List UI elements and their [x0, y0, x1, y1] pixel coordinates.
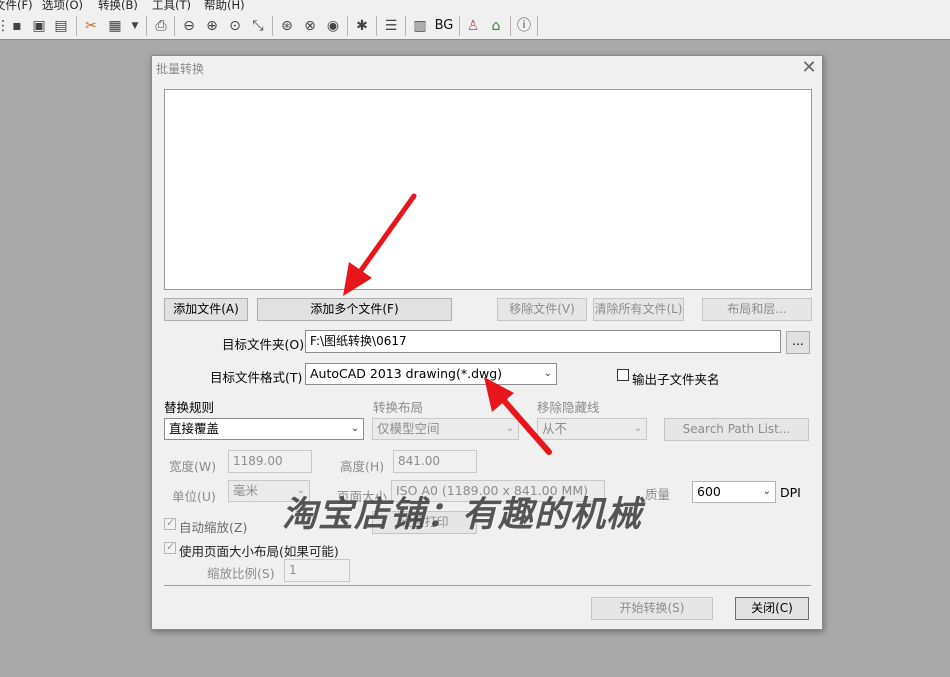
- menu-convert[interactable]: 转换(B): [98, 0, 138, 12]
- chevron-down-icon: ⌄: [543, 368, 552, 379]
- zoom-previous-icon[interactable]: ⊛: [278, 17, 296, 35]
- remove-file-button[interactable]: 移除文件(V): [497, 298, 587, 321]
- background-toggle-button[interactable]: BG: [432, 17, 456, 35]
- browse-folder-button[interactable]: ...: [786, 331, 810, 354]
- menu-tools[interactable]: 工具(T): [152, 0, 191, 12]
- dialog-title: 批量转换: [156, 62, 205, 76]
- zoom-extents-icon[interactable]: ⤡: [249, 17, 267, 35]
- target-format-value: AutoCAD 2013 drawing(*.dwg): [310, 366, 503, 381]
- scale-input[interactable]: 1: [284, 559, 350, 582]
- view-icon[interactable]: ◉: [324, 17, 342, 35]
- zoom-window-icon[interactable]: ⊙: [226, 17, 244, 35]
- toolbar: ⋮ ▪ ▣ ▤ ✂ ▦ ▼ ⎙ ⊖ ⊕ ⊙ ⤡ ⊛ ⊗ ◉ ✱ ☰ ▥ BG ♙…: [0, 12, 950, 40]
- remove-hidden-lines-select[interactable]: 从不 ⌄: [537, 418, 647, 440]
- user-icon[interactable]: ♙: [464, 17, 482, 35]
- save-all-icon[interactable]: ▣: [30, 17, 48, 35]
- output-subfolder-label: 输出子文件夹名: [632, 372, 720, 387]
- menu-options[interactable]: 选项(O): [42, 0, 83, 12]
- quality-select[interactable]: 600 ⌄: [692, 481, 776, 503]
- convert-layout-value: 仅模型空间: [377, 421, 440, 436]
- replace-rule-select[interactable]: 直接覆盖 ⌄: [164, 418, 364, 440]
- replace-rule-label: 替换规则: [164, 400, 215, 415]
- zoom-out-icon[interactable]: ⊖: [180, 17, 198, 35]
- convert-layout-label: 转换布局: [373, 400, 424, 415]
- settings-icon[interactable]: ✱: [353, 17, 371, 35]
- menu-help[interactable]: 帮助(H): [204, 0, 245, 12]
- close-button[interactable]: 关闭(C): [735, 597, 809, 620]
- dropdown-arrow-icon[interactable]: ▼: [126, 17, 144, 35]
- watermark-text: 淘宝店铺：有趣的机械: [282, 494, 643, 535]
- close-icon[interactable]: ✕: [800, 58, 818, 78]
- layout-and-layers-button[interactable]: 布局和层...: [702, 298, 812, 321]
- remove-hidden-lines-label: 移除隐藏线: [537, 400, 600, 415]
- quality-unit-label: DPI: [780, 485, 801, 500]
- unit-value: 毫米: [233, 483, 259, 498]
- save-icon[interactable]: ▪: [8, 17, 26, 35]
- batch-icon[interactable]: ▦: [106, 17, 124, 35]
- height-label: 高度(H): [340, 459, 385, 474]
- use-page-size-label: 使用页面大小布局(如果可能): [179, 544, 339, 559]
- target-folder-label: 目标文件夹(O): [222, 337, 305, 352]
- chevron-down-icon: ⌄: [505, 423, 514, 434]
- checkmark-icon: ✓: [166, 516, 176, 529]
- target-format-label: 目标文件格式(T): [210, 370, 303, 385]
- clear-all-files-button[interactable]: 清除所有文件(L): [593, 298, 684, 321]
- add-multiple-files-button[interactable]: 添加多个文件(F): [257, 298, 452, 321]
- output-subfolder-checkbox[interactable]: [617, 369, 629, 381]
- use-page-size-checkbox[interactable]: ✓: [164, 540, 176, 554]
- unit-label: 单位(U): [172, 489, 216, 504]
- quality-label: 质量: [645, 487, 671, 502]
- replace-rule-value: 直接覆盖: [169, 421, 220, 436]
- export-icon[interactable]: ▤: [52, 17, 70, 35]
- home-icon[interactable]: ⌂: [487, 17, 505, 35]
- layout-icon[interactable]: ▥: [411, 17, 429, 35]
- remove-hidden-lines-value: 从不: [542, 421, 568, 436]
- chevron-down-icon: ⌄: [350, 423, 359, 434]
- convert-icon[interactable]: ✂: [82, 17, 100, 35]
- search-path-list-button[interactable]: Search Path List...: [664, 418, 809, 441]
- chevron-down-icon: ⌄: [762, 486, 771, 497]
- print-icon[interactable]: ⎙: [152, 17, 170, 35]
- add-file-button[interactable]: 添加文件(A): [164, 298, 248, 321]
- target-format-select[interactable]: AutoCAD 2013 drawing(*.dwg) ⌄: [305, 363, 557, 385]
- checkmark-icon: ✓: [166, 540, 176, 553]
- file-list[interactable]: [164, 89, 812, 290]
- layers-icon[interactable]: ☰: [382, 17, 400, 35]
- menu-file[interactable]: 文件(F): [0, 0, 33, 12]
- width-label: 宽度(W): [169, 459, 217, 474]
- zoom-in-icon[interactable]: ⊕: [203, 17, 221, 35]
- start-convert-button[interactable]: 开始转换(S): [591, 597, 713, 620]
- chevron-down-icon: ⌄: [633, 423, 642, 434]
- height-input[interactable]: 841.00: [393, 450, 477, 473]
- width-input[interactable]: 1189.00: [228, 450, 312, 473]
- divider: [164, 585, 811, 586]
- scale-label: 缩放比例(S): [207, 566, 275, 581]
- menu-bar: 文件(F) 选项(O) 转换(B) 工具(T) 帮助(H): [0, 0, 950, 12]
- auto-zoom-checkbox[interactable]: ✓: [164, 516, 176, 530]
- info-icon[interactable]: ⓘ: [515, 17, 533, 35]
- batch-convert-dialog: 批量转换 ✕ 添加文件(A) 添加多个文件(F) 移除文件(V) 清除所有文件(…: [151, 55, 823, 630]
- pan-icon[interactable]: ⊗: [301, 17, 319, 35]
- quality-value: 600: [697, 484, 721, 499]
- target-folder-input[interactable]: F:\图纸转换\0617: [305, 330, 781, 353]
- auto-zoom-label: 自动缩放(Z): [179, 520, 248, 535]
- convert-layout-select[interactable]: 仅模型空间 ⌄: [372, 418, 519, 440]
